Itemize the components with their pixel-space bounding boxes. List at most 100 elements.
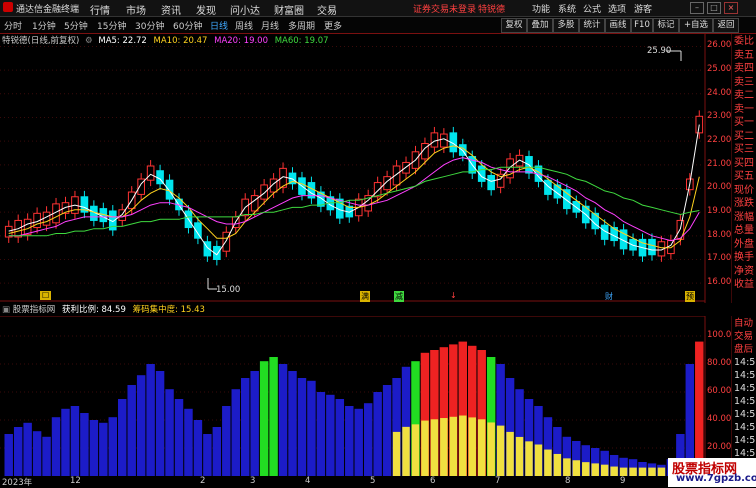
indicator-side-label: 14:56 (734, 422, 756, 433)
date-tick: 2023年 (2, 478, 33, 488)
date-tick: 9 (620, 476, 626, 486)
profit-bar (70, 406, 80, 476)
event-marker-box[interactable]: ☐ (40, 291, 52, 300)
indicator-side-label: 14:56 (734, 435, 756, 446)
indicator-side-label: 14:56 (734, 357, 756, 368)
candle-body (250, 195, 259, 212)
event-marker-arrow-icon[interactable]: ↓ (450, 291, 457, 300)
menu-gongneng[interactable]: 功能 (532, 2, 550, 15)
quote-label: 买三 (734, 144, 754, 155)
period-fenshi[interactable]: 分时 (4, 19, 22, 32)
quote-label: 总量 (734, 225, 754, 236)
quote-label: 买二 (734, 130, 754, 142)
menu-wenxiaoda[interactable]: 问小达 (230, 2, 260, 17)
event-marker-cai[interactable]: 财 (605, 291, 613, 302)
low-marker-line (207, 278, 217, 290)
profit-bar (345, 406, 354, 476)
period-month[interactable]: 月线 (261, 19, 279, 32)
menu-jiaoyi[interactable]: 交易 (317, 2, 337, 17)
login-notice[interactable]: 证券交易未登录 (413, 2, 476, 15)
menu-xuanxiang[interactable]: 选项 (608, 2, 626, 15)
concentration-bar (629, 467, 637, 476)
quote-label: 涨幅 (734, 211, 754, 223)
profit-bar (326, 394, 335, 476)
quote-label: 涨跌 (734, 198, 754, 209)
concentration-bar (600, 464, 609, 476)
period-more[interactable]: 更多 (324, 19, 342, 32)
quote-label: 委比 (734, 36, 754, 47)
close-icon[interactable]: × (724, 2, 738, 14)
profit-bar (13, 427, 23, 476)
profit-bar (250, 371, 259, 476)
multi-stock-button[interactable]: 多股 (553, 18, 579, 33)
quote-label: 现价 (734, 184, 754, 196)
minimize-icon[interactable]: – (690, 2, 704, 14)
period-30min[interactable]: 30分钟 (135, 19, 164, 32)
concentration-bar (515, 436, 524, 476)
menu-zixun[interactable]: 资讯 (161, 2, 181, 17)
overlay-button[interactable]: 叠加 (527, 18, 553, 33)
candlestick-chart[interactable] (0, 33, 732, 303)
low-price-label: 15.00 (216, 285, 241, 295)
profit-bar (165, 389, 174, 476)
add-watchlist-button[interactable]: +自选 (679, 18, 713, 33)
price-tick: 20.00 (707, 182, 732, 193)
indicator-toggle-icon[interactable]: ▣ (2, 305, 10, 315)
fuquan-button[interactable]: 复权 (501, 18, 527, 33)
f10-button[interactable]: F10 (631, 18, 653, 33)
price-tick: 26.00 (707, 40, 732, 51)
period-week[interactable]: 周线 (235, 19, 253, 32)
back-button[interactable]: 返回 (713, 18, 739, 33)
menu-xitong[interactable]: 系统 (558, 2, 576, 15)
price-tick: 17.00 (707, 253, 732, 264)
menu-youke[interactable]: 游客 (634, 2, 652, 15)
price-tick: 23.00 (707, 111, 732, 122)
date-tick: 12 (70, 476, 81, 486)
stats-button[interactable]: 统计 (579, 18, 605, 33)
menu-shichang[interactable]: 市场 (126, 2, 146, 17)
period-60min[interactable]: 60分钟 (173, 19, 202, 32)
profit-bar (240, 378, 250, 476)
period-15min[interactable]: 15分钟 (97, 19, 126, 32)
concentration-bar (638, 467, 647, 476)
chip-concentration-label: 筹码集中度: 15.43 (132, 305, 205, 315)
date-tick: 5 (370, 476, 376, 486)
maximize-icon[interactable]: □ (707, 2, 721, 14)
profit-bar (316, 392, 326, 476)
period-multi[interactable]: 多周期 (288, 19, 315, 32)
profit-bar (146, 364, 155, 476)
date-tick: 4 (305, 476, 311, 486)
profit-bar (99, 422, 108, 476)
menu-gongshi[interactable]: 公式 (583, 2, 601, 15)
menu-caifuquan[interactable]: 财富圈 (274, 2, 304, 17)
draw-button[interactable]: 画线 (605, 18, 631, 33)
profit-bar (51, 417, 61, 476)
indicator-chart[interactable] (0, 316, 732, 487)
concentration-bar (421, 420, 429, 476)
mark-button[interactable]: 标记 (653, 18, 679, 33)
quote-label: 买一 (734, 117, 754, 128)
period-1min[interactable]: 1分钟 (32, 19, 56, 32)
period-day[interactable]: 日线 (210, 19, 228, 32)
event-marker-yu[interactable]: 预 (685, 291, 695, 302)
profit-bar (335, 399, 345, 476)
concentration-bar (534, 444, 543, 476)
indicator-tick: 100.0 (707, 330, 732, 340)
profit-bar (307, 380, 316, 476)
profit-bar (382, 385, 392, 476)
event-marker-man[interactable]: 满 (360, 291, 370, 302)
event-marker-jian[interactable]: 减 (394, 291, 404, 302)
app-name: 通达信金融终端 (16, 5, 80, 15)
title-bar: 通达信金融终端 行情 市场 资讯 发现 问小达 财富圈 交易 证券交易未登录 特… (0, 0, 756, 17)
menu-hangqing[interactable]: 行情 (90, 2, 110, 17)
period-5min[interactable]: 5分钟 (64, 19, 88, 32)
profit-bar (193, 420, 203, 476)
menu-faxian[interactable]: 发现 (196, 2, 216, 17)
quote-label: 卖三 (734, 76, 754, 88)
concentration-bar (449, 416, 458, 476)
profit-bar (136, 375, 146, 476)
app-logo-icon (3, 2, 13, 12)
quote-label: 卖四 (734, 63, 754, 74)
profit-bar (222, 406, 231, 476)
profit-bar (297, 378, 307, 476)
